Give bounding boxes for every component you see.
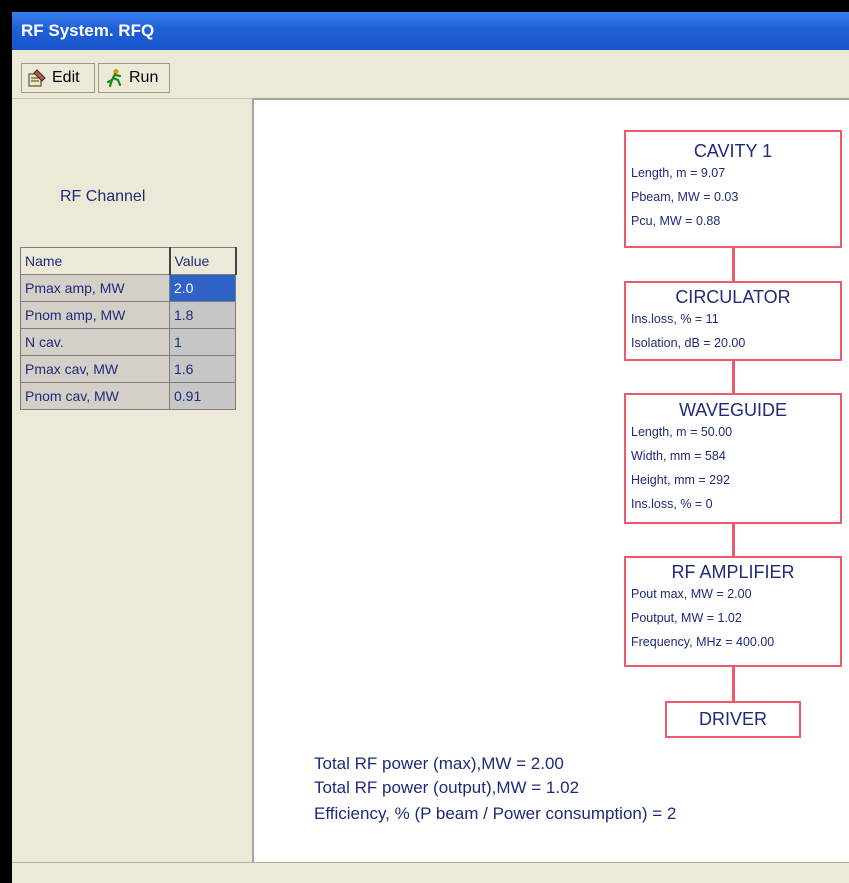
- status-bar: [12, 862, 849, 883]
- waveguide-insloss: Ins.loss, % = 0: [631, 497, 713, 511]
- toolbar: Edit Run: [12, 50, 849, 99]
- app-window: RF System. RFQ Edit Run RF Channel Name …: [12, 12, 849, 883]
- cavity-pbeam: Pbeam, MW = 0.03: [631, 190, 739, 204]
- connector-line: [732, 248, 735, 281]
- driver-box[interactable]: DRIVER: [665, 701, 801, 738]
- table-header: Name Value: [20, 247, 237, 275]
- waveguide-title: WAVEGUIDE: [678, 400, 787, 420]
- rf-amplifier-title: RF AMPLIFIER: [671, 562, 795, 582]
- connector-line: [732, 667, 735, 701]
- rf-amplifier-box[interactable]: RF AMPLIFIER Pout max, MW = 2.00 Poutput…: [624, 556, 842, 667]
- edit-label: Edit: [52, 69, 80, 86]
- total-rf-power-output: Total RF power (output),MW = 1.02: [314, 778, 580, 797]
- row-value[interactable]: 1.8: [169, 301, 236, 329]
- amplifier-poutput: Poutput, MW = 1.02: [631, 611, 742, 625]
- circulator-title: CIRCULATOR: [675, 287, 791, 307]
- row-value[interactable]: 0.91: [169, 382, 236, 410]
- total-rf-power-max: Total RF power (max),MW = 2.00: [314, 754, 564, 773]
- connector-line: [732, 524, 735, 556]
- circulator-isolation: Isolation, dB = 20.00: [631, 336, 746, 350]
- waveguide-box[interactable]: WAVEGUIDE Length, m = 50.00 Width, mm = …: [624, 393, 842, 524]
- run-label: Run: [129, 69, 159, 86]
- window-title: RF System. RFQ: [12, 12, 849, 50]
- row-name: Pnom cav, MW: [20, 382, 170, 410]
- run-icon: [104, 68, 124, 88]
- rf-channel-panel: RF Channel Name Value Pmax amp, MW 2.0 P…: [12, 100, 242, 862]
- table-row[interactable]: Pnom cav, MW 0.91: [20, 382, 236, 410]
- run-button[interactable]: Run: [98, 63, 170, 93]
- row-value[interactable]: 1: [169, 328, 236, 356]
- driver-title: DRIVER: [698, 709, 767, 729]
- table-row[interactable]: Pmax amp, MW 2.0: [20, 274, 236, 302]
- cavity-title: CAVITY 1: [693, 141, 773, 161]
- edit-button[interactable]: Edit: [21, 63, 95, 93]
- connector-line: [732, 361, 735, 393]
- header-value[interactable]: Value: [169, 247, 237, 275]
- efficiency-text: Efficiency, % (P beam / Power consumptio…: [314, 804, 677, 823]
- table-row[interactable]: Pmax cav, MW 1.6: [20, 355, 236, 383]
- circulator-insloss: Ins.loss, % = 11: [631, 312, 719, 326]
- header-name[interactable]: Name: [20, 247, 171, 275]
- row-name: Pnom amp, MW: [20, 301, 170, 329]
- row-name: Pmax cav, MW: [20, 355, 170, 383]
- table-row[interactable]: N cav. 1: [20, 328, 236, 356]
- diagram-canvas: CAVITY 1 Length, m = 9.07 Pbeam, MW = 0.…: [252, 98, 849, 862]
- amplifier-pout-max: Pout max, MW = 2.00: [631, 587, 752, 601]
- cavity-box[interactable]: CAVITY 1 Length, m = 9.07 Pbeam, MW = 0.…: [624, 130, 842, 248]
- rf-channel-heading: RF Channel: [60, 188, 146, 205]
- row-name: N cav.: [20, 328, 170, 356]
- waveguide-width: Width, mm = 584: [631, 449, 726, 463]
- edit-icon: [27, 68, 47, 88]
- waveguide-length: Length, m = 50.00: [631, 425, 733, 439]
- waveguide-height: Height, mm = 292: [631, 473, 731, 487]
- cavity-pcu: Pcu, MW = 0.88: [631, 214, 721, 228]
- row-name: Pmax amp, MW: [20, 274, 170, 302]
- circulator-box[interactable]: CIRCULATOR Ins.loss, % = 11 Isolation, d…: [624, 281, 842, 361]
- cavity-length: Length, m = 9.07: [631, 166, 726, 180]
- amplifier-frequency: Frequency, MHz = 400.00: [631, 635, 775, 649]
- row-value[interactable]: 2.0: [169, 274, 236, 302]
- table-row[interactable]: Pnom amp, MW 1.8: [20, 301, 236, 329]
- row-value[interactable]: 1.6: [169, 355, 236, 383]
- parameters-table: Name Value Pmax amp, MW 2.0 Pnom amp, MW…: [20, 247, 237, 410]
